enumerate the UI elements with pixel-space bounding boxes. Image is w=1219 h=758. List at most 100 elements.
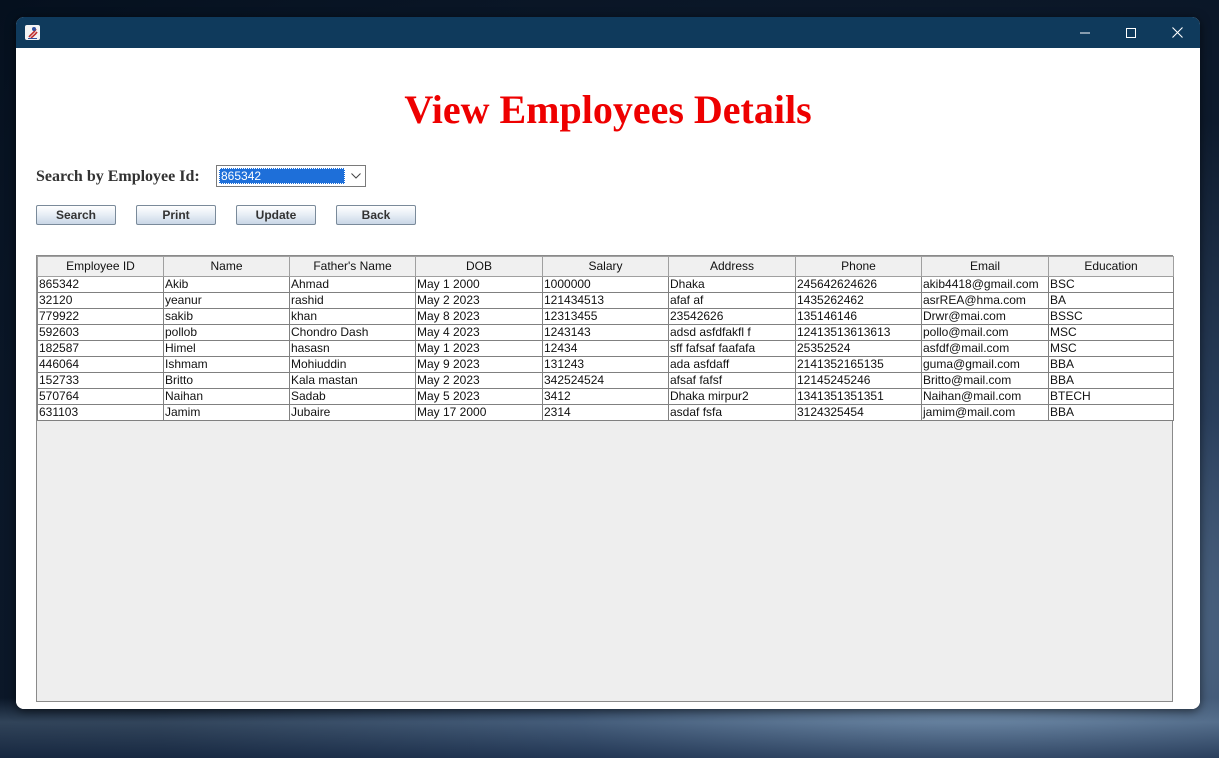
column-header[interactable]: Father's Name [289, 256, 416, 277]
table-row[interactable]: 152733 Britto Kala mastan May 2 2023 3425245… [37, 372, 1174, 389]
table-row[interactable]: 865342 Akib Ahmad May 1 2000 1000000 Dhaka 245… [37, 276, 1174, 293]
table-cell[interactable]: 135146146 [795, 308, 922, 325]
table-cell[interactable]: 865342 [37, 276, 164, 293]
minimize-button[interactable] [1062, 17, 1108, 48]
table-cell[interactable]: May 17 2000 [415, 404, 543, 421]
table-cell[interactable]: 2141352165135 [795, 356, 922, 373]
table-cell[interactable]: 446064 [37, 356, 164, 373]
table-cell[interactable]: Mohiuddin [289, 356, 416, 373]
table-cell[interactable]: May 8 2023 [415, 308, 543, 325]
table-cell[interactable]: akib4418@gmail.com [921, 276, 1049, 293]
column-header[interactable]: Email [921, 256, 1049, 277]
table-cell[interactable]: 131243 [542, 356, 669, 373]
table-cell[interactable]: BBA [1048, 372, 1174, 389]
column-header[interactable]: Employee ID [37, 256, 164, 277]
table-cell[interactable]: khan [289, 308, 416, 325]
table-row[interactable]: 592603 pollob Chondro Dash May 4 2023 124314… [37, 324, 1174, 341]
column-header[interactable]: Education [1048, 256, 1174, 277]
table-cell[interactable]: asrREA@hma.com [921, 292, 1049, 309]
table-cell[interactable]: afsaf fafsf [668, 372, 796, 389]
table-cell[interactable]: pollo@mail.com [921, 324, 1049, 341]
table-cell[interactable]: ada asfdaff [668, 356, 796, 373]
table-cell[interactable]: 245642624626 [795, 276, 922, 293]
table-cell[interactable]: May 2 2023 [415, 372, 543, 389]
table-cell[interactable]: Drwr@mai.com [921, 308, 1049, 325]
table-cell[interactable]: jamim@mail.com [921, 404, 1049, 421]
table-cell[interactable]: 1243143 [542, 324, 669, 341]
table-cell[interactable]: Chondro Dash [289, 324, 416, 341]
table-cell[interactable]: 342524524 [542, 372, 669, 389]
column-header[interactable]: Salary [542, 256, 669, 277]
table-cell[interactable]: Naihan@mail.com [921, 388, 1049, 405]
table-cell[interactable]: 152733 [37, 372, 164, 389]
table-cell[interactable]: May 1 2023 [415, 340, 543, 357]
table-cell[interactable]: asfdf@mail.com [921, 340, 1049, 357]
table-cell[interactable]: Ishmam [163, 356, 290, 373]
search-button[interactable]: Search [36, 205, 116, 225]
table-cell[interactable]: pollob [163, 324, 290, 341]
table-cell[interactable]: MSC [1048, 324, 1174, 341]
table-cell[interactable]: Himel [163, 340, 290, 357]
table-row[interactable]: 631103 Jamim Jubaire May 17 2000 2314 asdaf f… [37, 404, 1174, 421]
table-cell[interactable]: 3124325454 [795, 404, 922, 421]
table-cell[interactable]: 12313455 [542, 308, 669, 325]
chevron-down-icon[interactable] [349, 170, 363, 182]
table-cell[interactable]: 32120 [37, 292, 164, 309]
table-row[interactable]: 182587 Himel hasasn May 1 2023 12434 sff fafs… [37, 340, 1174, 357]
table-cell[interactable]: 12413513613613 [795, 324, 922, 341]
table-cell[interactable]: Kala mastan [289, 372, 416, 389]
table-cell[interactable]: May 4 2023 [415, 324, 543, 341]
table-cell[interactable]: hasasn [289, 340, 416, 357]
table-cell[interactable]: 1000000 [542, 276, 669, 293]
table-cell[interactable]: adsd asfdfakfl f [668, 324, 796, 341]
table-cell[interactable]: May 5 2023 [415, 388, 543, 405]
table-cell[interactable]: Dhaka [668, 276, 796, 293]
table-cell[interactable]: Sadab [289, 388, 416, 405]
table-cell[interactable]: Naihan [163, 388, 290, 405]
close-button[interactable] [1154, 17, 1200, 48]
table-cell[interactable]: May 9 2023 [415, 356, 543, 373]
table-cell[interactable]: Jamim [163, 404, 290, 421]
maximize-button[interactable] [1108, 17, 1154, 48]
column-header[interactable]: Address [668, 256, 796, 277]
table-cell[interactable]: Ahmad [289, 276, 416, 293]
employee-table-scrollpane[interactable]: Employee ID Name Father's Name DOB Salar… [36, 255, 1174, 702]
table-cell[interactable]: sff fafsaf faafafa [668, 340, 796, 357]
column-header[interactable]: Phone [795, 256, 922, 277]
table-cell[interactable]: 1435262462 [795, 292, 922, 309]
table-cell[interactable]: BSSC [1048, 308, 1174, 325]
table-cell[interactable]: BBA [1048, 356, 1174, 373]
table-row[interactable]: 32120 yeanur rashid May 2 2023 121434513 afaf… [37, 292, 1174, 309]
table-cell[interactable]: BSC [1048, 276, 1174, 293]
title-bar[interactable] [16, 17, 1200, 48]
table-cell[interactable]: BTECH [1048, 388, 1174, 405]
table-cell[interactable]: 3412 [542, 388, 669, 405]
update-button[interactable]: Update [236, 205, 316, 225]
table-cell[interactable]: sakib [163, 308, 290, 325]
table-cell[interactable]: 12145245246 [795, 372, 922, 389]
table-cell[interactable]: 12434 [542, 340, 669, 357]
table-cell[interactable]: May 1 2000 [415, 276, 543, 293]
column-header[interactable]: DOB [415, 256, 543, 277]
table-cell[interactable]: Britto [163, 372, 290, 389]
table-cell[interactable]: Jubaire [289, 404, 416, 421]
table-cell[interactable]: Britto@mail.com [921, 372, 1049, 389]
table-cell[interactable]: afaf af [668, 292, 796, 309]
table-cell[interactable]: Dhaka mirpur2 [668, 388, 796, 405]
table-cell[interactable]: Akib [163, 276, 290, 293]
table-cell[interactable]: 25352524 [795, 340, 922, 357]
back-button[interactable]: Back [336, 205, 416, 225]
table-cell[interactable]: 2314 [542, 404, 669, 421]
table-cell[interactable]: 592603 [37, 324, 164, 341]
table-cell[interactable]: 121434513 [542, 292, 669, 309]
table-row[interactable]: 446064 Ishmam Mohiuddin May 9 2023 131243 ada… [37, 356, 1174, 373]
table-cell[interactable]: guma@gmail.com [921, 356, 1049, 373]
table-row[interactable]: 779922 sakib khan May 8 2023 12313455 2354262… [37, 308, 1174, 325]
table-cell[interactable]: May 2 2023 [415, 292, 543, 309]
table-cell[interactable]: yeanur [163, 292, 290, 309]
table-cell[interactable]: 182587 [37, 340, 164, 357]
table-cell[interactable]: 779922 [37, 308, 164, 325]
employee-id-dropdown[interactable]: 865342 [216, 165, 366, 187]
table-cell[interactable]: 631103 [37, 404, 164, 421]
table-cell[interactable]: BBA [1048, 404, 1174, 421]
